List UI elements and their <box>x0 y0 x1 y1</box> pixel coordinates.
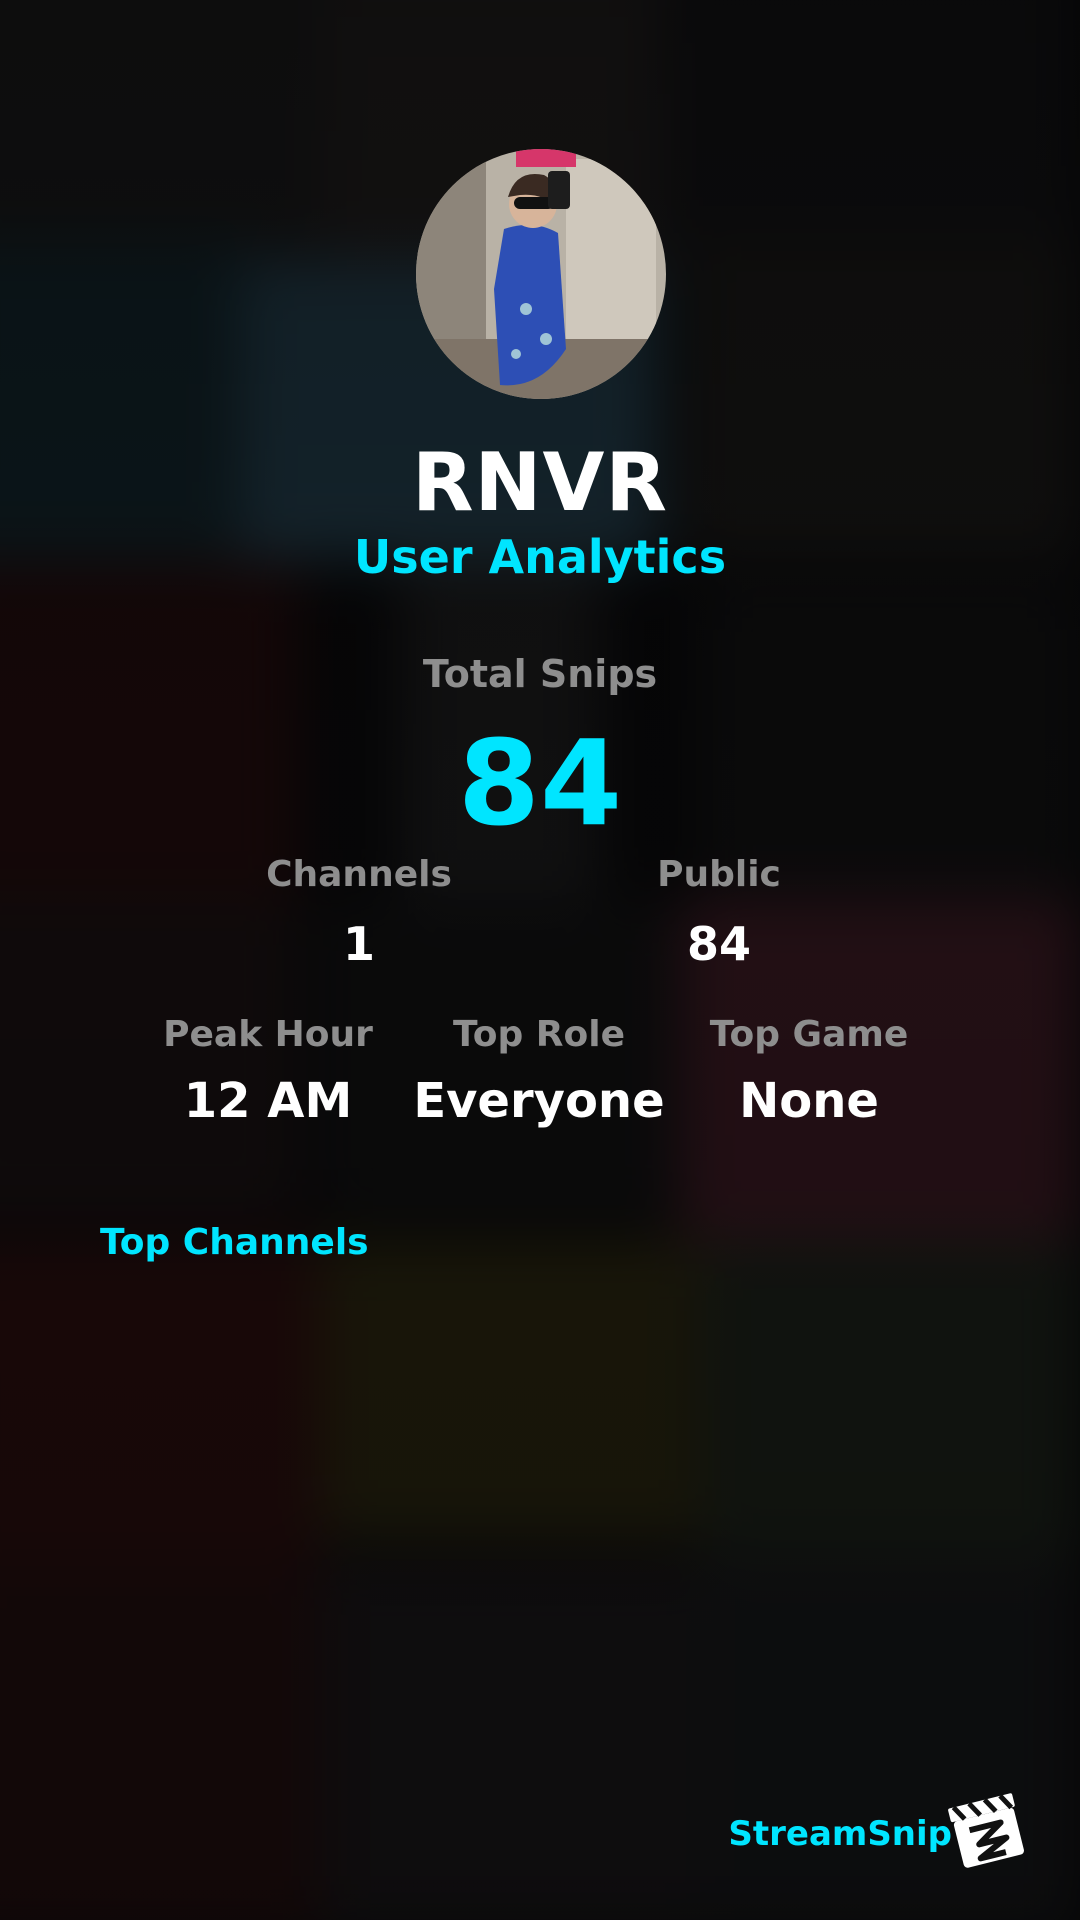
clapperboard-logo-icon <box>948 1792 1026 1868</box>
stat-public-label: Public <box>657 854 781 895</box>
stat-peak-hour: Peak Hour 12 AM <box>138 1014 398 1129</box>
stat-top-game-value: None <box>739 1073 879 1129</box>
total-snips-label: Total Snips <box>422 652 658 696</box>
stat-public-value: 84 <box>686 917 751 971</box>
stat-peak-hour-value: 12 AM <box>183 1073 353 1129</box>
stat-top-role-value: Everyone <box>413 1073 665 1129</box>
brand-name: StreamSnip <box>728 1814 952 1854</box>
top-channels-heading: Top Channels <box>100 1222 369 1263</box>
stat-top-role: Top Role Everyone <box>409 1014 669 1129</box>
stat-channels-label: Channels <box>266 854 452 895</box>
stat-public: Public 84 <box>589 854 849 971</box>
username: RNVR <box>411 436 669 529</box>
stat-top-game: Top Game None <box>679 1014 939 1129</box>
stat-top-role-label: Top Role <box>452 1014 626 1055</box>
stat-top-game-label: Top Game <box>709 1014 909 1055</box>
avatar <box>416 149 666 399</box>
stat-channels-value: 1 <box>342 917 375 971</box>
total-snips-value: 84 <box>457 714 623 852</box>
page-subtitle: User Analytics <box>353 530 727 584</box>
avatar-image <box>416 149 666 399</box>
stat-peak-hour-label: Peak Hour <box>163 1014 373 1055</box>
analytics-card: RNVR User Analytics Total Snips 84 Chann… <box>0 0 1080 1920</box>
stat-channels: Channels 1 <box>229 854 489 971</box>
